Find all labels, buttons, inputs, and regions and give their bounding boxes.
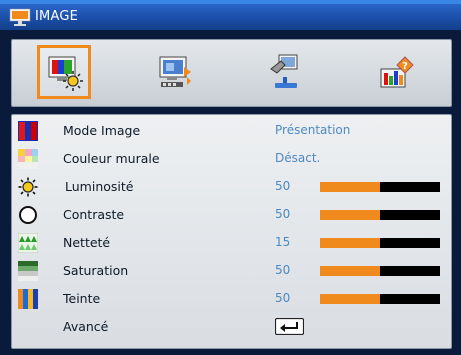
tab-options[interactable]: ? <box>342 40 452 106</box>
menu-label: Avancé <box>63 319 109 334</box>
wall-color-icon <box>18 149 38 169</box>
menu-row-luminosite[interactable]: Luminosité 50 <box>12 173 451 201</box>
tab-image[interactable] <box>12 40 122 106</box>
menu-value[interactable]: Présentation <box>275 123 350 137</box>
slider-fill <box>320 294 380 304</box>
enter-icon[interactable] <box>275 318 304 335</box>
menu-label: Saturation <box>63 263 129 278</box>
saturation-slider[interactable] <box>320 266 440 276</box>
menu-value: 50 <box>275 207 291 221</box>
menu-label: Netteté <box>63 235 111 250</box>
tint-icon <box>18 289 38 309</box>
menu-value[interactable]: Désact. <box>275 151 320 165</box>
color-mode-icon <box>18 121 38 141</box>
menu-row-couleur-murale[interactable]: Couleur murale Désact. <box>12 145 451 173</box>
sharpness-icon <box>18 233 38 253</box>
menu-row-saturation[interactable]: Saturation 50 <box>12 257 451 285</box>
menu-label: Luminosité <box>65 179 134 194</box>
menu-value: 50 <box>275 263 291 277</box>
display-settings-icon <box>159 56 191 87</box>
menu-row-teinte[interactable]: Teinte 50 <box>12 285 451 313</box>
image-settings-panel: Mode Image Présentation Couleur murale D… <box>11 114 452 349</box>
saturation-icon <box>18 261 38 281</box>
slider-fill <box>320 182 380 192</box>
menu-title-bar: IMAGE <box>0 4 461 30</box>
menu-label: Contraste <box>63 207 125 222</box>
options-icon: ? <box>380 56 414 88</box>
menu-row-mode-image[interactable]: Mode Image Présentation <box>12 117 451 145</box>
menu-value: 50 <box>275 179 291 193</box>
slider-fill <box>320 210 380 220</box>
brightness-slider[interactable] <box>320 182 440 192</box>
menu-value: 50 <box>275 291 291 305</box>
contrast-slider[interactable] <box>320 210 440 220</box>
image-menu-icon <box>9 8 31 26</box>
menu-value: 15 <box>275 235 291 249</box>
brightness-icon <box>18 177 38 197</box>
tint-slider[interactable] <box>320 294 440 304</box>
menu-label: Mode Image <box>63 123 141 138</box>
menu-tab-bar: ? <box>11 39 452 107</box>
slider-fill <box>320 238 380 248</box>
slider-fill <box>320 266 380 276</box>
menu-row-avance[interactable]: Avancé <box>12 313 451 341</box>
menu-row-nettete[interactable]: Netteté 15 <box>12 229 451 257</box>
sharpness-slider[interactable] <box>320 238 440 248</box>
image-settings-icon <box>48 56 83 91</box>
menu-row-contraste[interactable]: Contraste 50 <box>12 201 451 229</box>
menu-label: Couleur murale <box>63 151 160 166</box>
menu-title: IMAGE <box>35 9 79 24</box>
tab-setup[interactable] <box>232 40 342 106</box>
contrast-icon <box>19 206 37 224</box>
svg-text:?: ? <box>402 61 408 72</box>
tab-display[interactable] <box>122 40 232 106</box>
menu-label: Teinte <box>63 291 101 306</box>
setup-icon <box>270 54 298 88</box>
